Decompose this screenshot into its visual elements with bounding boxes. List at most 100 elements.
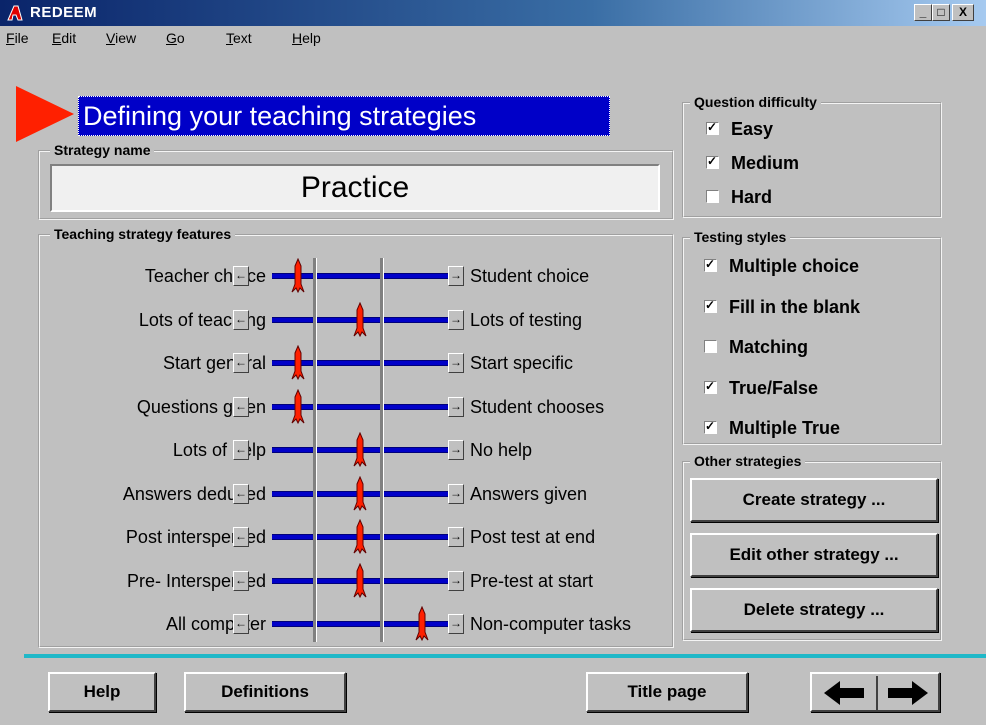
maximize-button[interactable]: □ [932, 4, 950, 21]
question-difficulty-legend: Question difficulty [690, 94, 821, 110]
create-strategy-button[interactable]: Create strategy ... [690, 478, 938, 522]
strategy-slider-row: All computer ← → Non-computer tasks [40, 606, 680, 642]
slider-left-arrow-button[interactable]: ← [233, 440, 249, 460]
menu-help[interactable]: Help [292, 30, 321, 46]
checkbox-label: Fill in the blank [729, 297, 861, 317]
checkbox-label: True/False [729, 378, 819, 398]
slider-divider-line [380, 258, 384, 642]
testing-style-checkbox-multiple-true[interactable]: ✓ Multiple True [704, 418, 840, 439]
strategy-slider-row: Teacher choice ← → Student choice [40, 258, 680, 294]
slider-thumb-icon[interactable] [415, 606, 429, 642]
slider-right-label: No help [470, 440, 533, 460]
title-page-button[interactable]: Title page [586, 672, 748, 712]
slider-thumb-icon[interactable] [291, 389, 305, 425]
slider-thumb-icon[interactable] [353, 519, 367, 555]
definitions-button[interactable]: Definitions [184, 672, 346, 712]
strategy-slider-row: Pre- Interspersed ← → Pre-test at start [40, 563, 680, 599]
checkbox-label: Multiple choice [729, 256, 860, 276]
menu-bar: File Edit View Go Text Help [0, 26, 986, 52]
checkbox-icon[interactable]: ✓ [704, 418, 717, 434]
slider-right-label: Student choice [470, 266, 590, 286]
slider-thumb-icon[interactable] [291, 258, 305, 294]
testing-style-checkbox-true-false[interactable]: ✓ True/False [704, 378, 818, 399]
next-page-button[interactable] [886, 680, 930, 706]
slider-thumb-icon[interactable] [353, 476, 367, 512]
close-button[interactable]: X [952, 4, 974, 21]
page-title: Defining your teaching strategies [78, 96, 610, 136]
checkbox-icon[interactable] [704, 339, 717, 353]
features-legend: Teaching strategy features [50, 226, 236, 242]
menu-go[interactable]: Go [166, 30, 185, 46]
difficulty-checkbox-easy[interactable]: ✓ Easy [706, 119, 773, 140]
slider-left-arrow-button[interactable]: ← [233, 614, 249, 634]
checkmark-icon: ✓ [705, 378, 716, 393]
strategy-slider-row: Start general ← → Start specific [40, 345, 680, 381]
testing-style-checkbox-matching[interactable]: Matching [704, 337, 808, 358]
checkmark-icon: ✓ [707, 119, 718, 134]
slider-right-arrow-button[interactable]: → [448, 397, 464, 417]
difficulty-checkbox-hard[interactable]: Hard [706, 187, 772, 208]
testing-styles-legend: Testing styles [690, 229, 791, 245]
strategy-slider-row: Answers deduced ← → Answers given [40, 476, 680, 512]
checkbox-icon[interactable]: ✓ [706, 153, 719, 169]
slider-right-arrow-button[interactable]: → [448, 484, 464, 504]
page-nav-group [810, 672, 940, 712]
delete-strategy-button[interactable]: Delete strategy ... [690, 588, 938, 632]
slider-right-arrow-button[interactable]: → [448, 310, 464, 330]
testing-style-checkbox-multiple-choice[interactable]: ✓ Multiple choice [704, 256, 859, 277]
slider-left-arrow-button[interactable]: ← [233, 353, 249, 373]
slider-right-label: Pre-test at start [470, 571, 594, 591]
checkbox-label: Hard [731, 187, 773, 207]
checkbox-label: Easy [731, 119, 774, 139]
slider-left-arrow-button[interactable]: ← [233, 571, 249, 591]
checkmark-icon: ✓ [705, 256, 716, 271]
strategy-slider-row: Lots of help ← → No help [40, 432, 680, 468]
testing-style-checkbox-fill-in-the-blank[interactable]: ✓ Fill in the blank [704, 297, 860, 318]
edit-other-strategy-button[interactable]: Edit other strategy ... [690, 533, 938, 577]
pointer-arrow-icon [16, 86, 74, 142]
slider-right-arrow-button[interactable]: → [448, 614, 464, 634]
slider-right-arrow-button[interactable]: → [448, 440, 464, 460]
slider-right-label: Post test at end [470, 527, 596, 547]
slider-right-arrow-button[interactable]: → [448, 571, 464, 591]
checkmark-icon: ✓ [705, 297, 716, 312]
help-button[interactable]: Help [48, 672, 156, 712]
slider-left-arrow-button[interactable]: ← [233, 484, 249, 504]
slider-thumb-icon[interactable] [353, 563, 367, 599]
difficulty-checkbox-medium[interactable]: ✓ Medium [706, 153, 799, 174]
strategy-name-legend: Strategy name [50, 142, 155, 158]
slider-right-arrow-button[interactable]: → [448, 353, 464, 373]
menu-edit[interactable]: Edit [52, 30, 76, 46]
checkmark-icon: ✓ [707, 153, 718, 168]
slider-left-arrow-button[interactable]: ← [233, 527, 249, 547]
slider-right-label: Lots of testing [470, 310, 583, 330]
slider-left-arrow-button[interactable]: ← [233, 397, 249, 417]
checkbox-icon[interactable]: ✓ [704, 378, 717, 394]
minimize-button[interactable]: _ [914, 4, 932, 21]
menu-file[interactable]: File [6, 30, 29, 46]
strategy-name-field[interactable]: Practice [50, 164, 660, 212]
slider-left-arrow-button[interactable]: ← [233, 266, 249, 286]
slider-left-label: All computer [165, 614, 266, 634]
slider-thumb-icon[interactable] [353, 302, 367, 338]
other-strategies-legend: Other strategies [690, 453, 806, 469]
menu-view[interactable]: View [106, 30, 136, 46]
slider-right-label: Non-computer tasks [470, 614, 632, 634]
slider-thumb-icon[interactable] [291, 345, 305, 381]
checkbox-icon[interactable]: ✓ [704, 256, 717, 272]
app-logo-icon [7, 5, 23, 21]
checkmark-icon: ✓ [705, 418, 716, 433]
slider-right-arrow-button[interactable]: → [448, 266, 464, 286]
slider-right-label: Answers given [470, 484, 588, 504]
menu-text[interactable]: Text [226, 30, 252, 46]
checkbox-icon[interactable]: ✓ [706, 119, 719, 135]
strategy-slider-row: Lots of teaching ← → Lots of testing [40, 302, 680, 338]
slider-right-arrow-button[interactable]: → [448, 527, 464, 547]
checkbox-label: Multiple True [729, 418, 841, 438]
slider-left-arrow-button[interactable]: ← [233, 310, 249, 330]
previous-page-button[interactable] [822, 680, 866, 706]
checkbox-label: Medium [731, 153, 800, 173]
checkbox-icon[interactable] [706, 189, 719, 203]
slider-thumb-icon[interactable] [353, 432, 367, 468]
checkbox-icon[interactable]: ✓ [704, 297, 717, 313]
